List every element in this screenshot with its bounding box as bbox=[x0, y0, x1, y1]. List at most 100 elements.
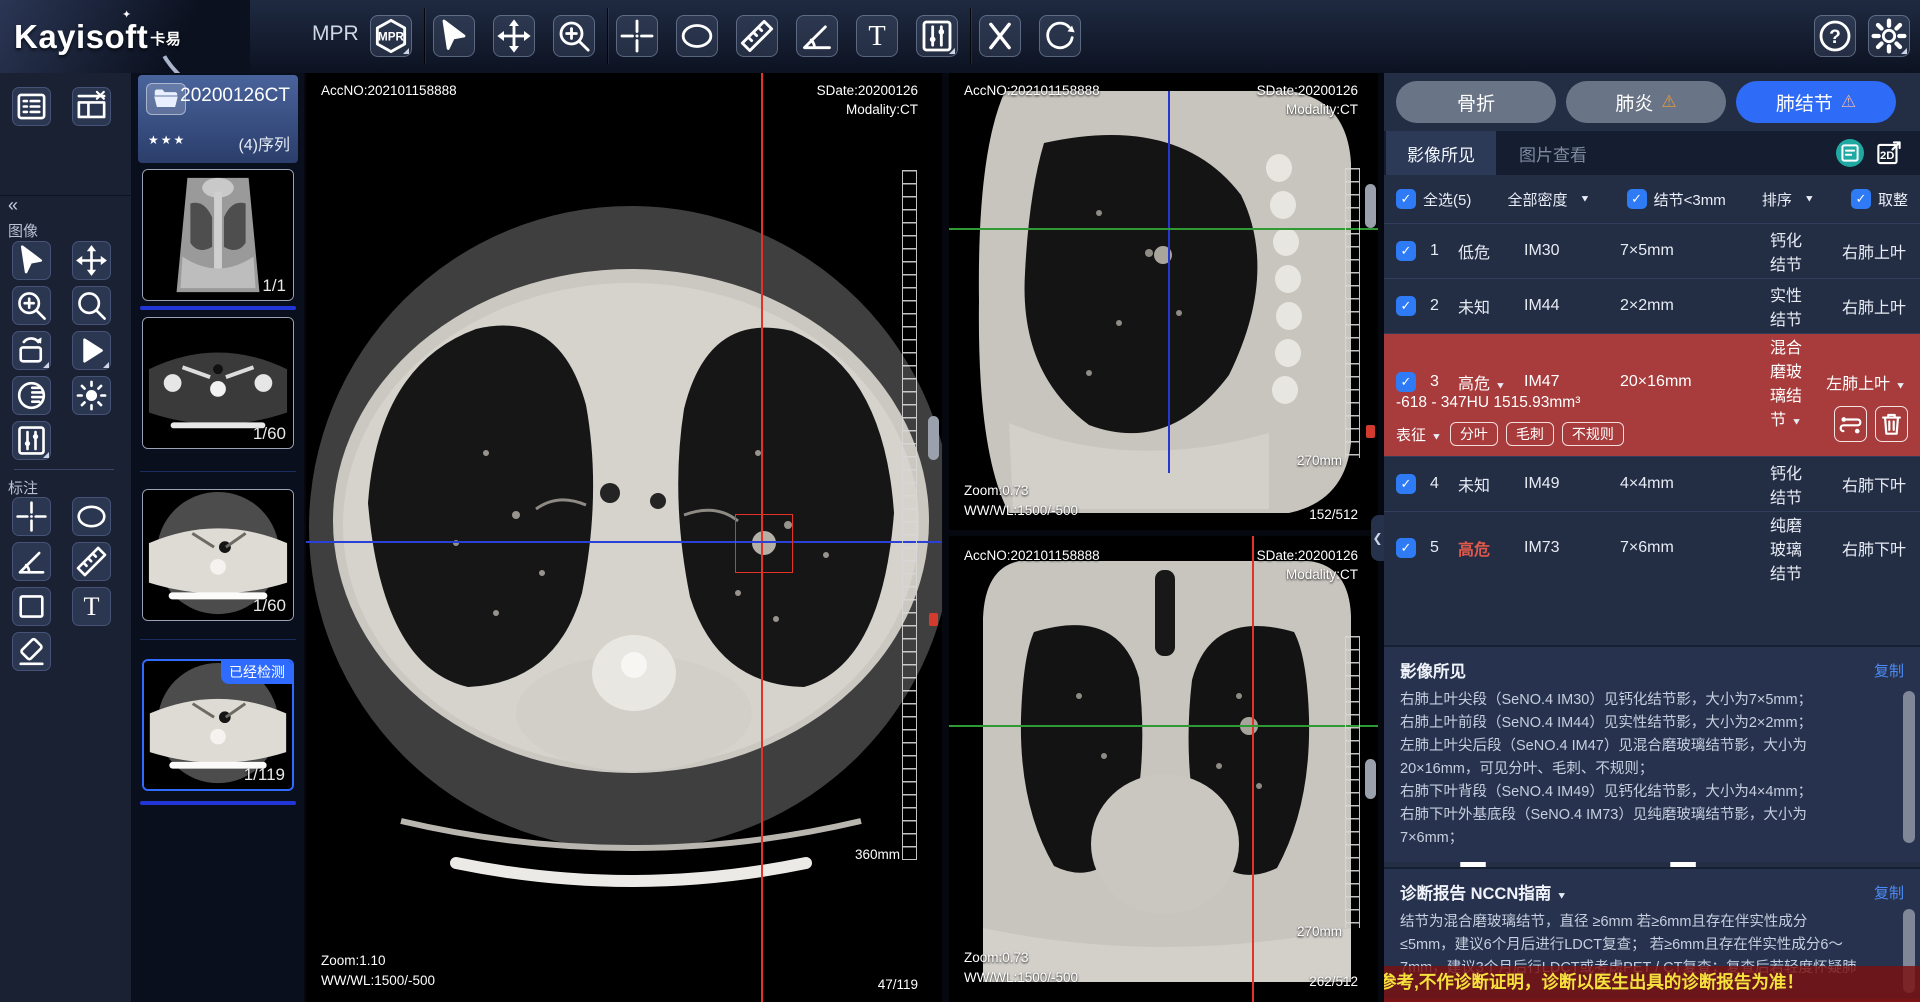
thumbnail-ct-mediastinal[interactable]: 1/60 bbox=[142, 317, 294, 449]
ruler-tool-button[interactable] bbox=[736, 15, 778, 57]
collapse-panel-handle[interactable]: ❮ bbox=[1371, 515, 1384, 561]
sagittal-viewport[interactable]: AccNO:202101158888 SDate:20200126 Modali… bbox=[949, 73, 1378, 530]
ellipse-annotate-button[interactable] bbox=[72, 497, 111, 536]
guideline-dropdown[interactable]: NCCN指南 bbox=[1471, 885, 1552, 903]
cine-play-button[interactable] bbox=[72, 331, 111, 370]
contrast-icon bbox=[13, 377, 50, 414]
slice-counter: 47/119 bbox=[878, 975, 918, 994]
window-level-button[interactable] bbox=[12, 421, 51, 460]
checkbox[interactable] bbox=[1396, 296, 1416, 316]
rectangle-annotate-button[interactable] bbox=[12, 587, 51, 626]
thumbnail-scout[interactable]: 1/1 bbox=[142, 169, 294, 301]
ellipse-tool-button[interactable] bbox=[676, 15, 718, 57]
tab-imaging-findings[interactable]: 影像所见 bbox=[1386, 131, 1496, 175]
coronal-viewport[interactable]: AccNO:202101158888 SDate:20200126 Modali… bbox=[949, 536, 1378, 1002]
select-all-filter[interactable]: 全选(5) bbox=[1396, 189, 1471, 210]
reset-rotate-button[interactable] bbox=[1039, 15, 1081, 57]
nodule-type-dropdown[interactable]: 混合磨玻璃结节 bbox=[1766, 334, 1806, 430]
zoom-tool-button[interactable] bbox=[553, 15, 595, 57]
copy-findings-link[interactable]: 复制 bbox=[1874, 660, 1904, 681]
nodule-row-1[interactable]: 1 低危 IM30 7×5mm 钙化结节 右肺上叶 bbox=[1384, 223, 1920, 278]
checkbox[interactable] bbox=[1396, 372, 1416, 392]
axial-viewport[interactable]: AccNO:202101158888 SDate:20200126 Modali… bbox=[306, 73, 942, 1002]
nodule-location-dropdown[interactable]: 左肺上叶 bbox=[1806, 370, 1906, 394]
slice-counter: 262/512 bbox=[1309, 972, 1358, 991]
nodule-position-marker[interactable] bbox=[929, 613, 938, 626]
filter-label: 结节<3mm bbox=[1654, 189, 1726, 210]
feature-label-dropdown[interactable]: 表征 bbox=[1396, 424, 1442, 445]
slice-scrollbar-thumb[interactable] bbox=[1365, 184, 1376, 228]
nodule-position-marker[interactable] bbox=[1366, 425, 1375, 438]
text-annotate-button[interactable]: T bbox=[72, 587, 111, 626]
ruler-annotate-button[interactable] bbox=[72, 542, 111, 581]
crosshair-horizontal-green[interactable] bbox=[949, 228, 1378, 230]
crosshair-vertical-red[interactable] bbox=[1252, 536, 1254, 1002]
crosshair-annotate-button[interactable] bbox=[12, 497, 51, 536]
thumbnail-ct-lung-detected[interactable]: 已经检测 1/119 bbox=[142, 659, 294, 791]
checkbox[interactable] bbox=[1851, 189, 1871, 209]
mpr-layout-button[interactable]: MPR bbox=[370, 15, 412, 57]
nodule-location: 左肺上叶 bbox=[1826, 376, 1890, 393]
nodule-row-4[interactable]: 4 未知 IM49 4×4mm 钙化结节 右肺下叶 bbox=[1384, 456, 1920, 511]
findings-scrollbar-thumb[interactable] bbox=[1903, 691, 1915, 843]
settings-button[interactable] bbox=[1868, 15, 1910, 57]
report-bubble-button[interactable] bbox=[1836, 139, 1864, 167]
delete-nodule-button[interactable] bbox=[1875, 406, 1908, 442]
tab-fracture[interactable]: 骨折 bbox=[1396, 81, 1556, 123]
brightness-button[interactable] bbox=[72, 376, 111, 415]
zoom-in-button[interactable] bbox=[12, 286, 51, 325]
tab-pneumonia[interactable]: 肺炎⚠ bbox=[1566, 81, 1726, 123]
feature-tag[interactable]: 不规则 bbox=[1562, 422, 1624, 446]
copy-report-link[interactable]: 复制 bbox=[1874, 882, 1904, 903]
pointer-tool-button[interactable] bbox=[433, 15, 475, 57]
collapse-panel-button[interactable]: « bbox=[8, 195, 18, 216]
window-level-button[interactable] bbox=[916, 15, 958, 57]
round-filter[interactable]: 取整 bbox=[1851, 189, 1908, 210]
crosshair-horizontal-green[interactable] bbox=[949, 725, 1378, 727]
crosshair-tool-button[interactable] bbox=[616, 15, 658, 57]
angle-tool-button[interactable] bbox=[796, 15, 838, 57]
checkbox[interactable] bbox=[1396, 474, 1416, 494]
feature-tag[interactable]: 毛刺 bbox=[1506, 422, 1554, 446]
crosshair-vertical-blue[interactable] bbox=[1168, 91, 1170, 473]
layout-close-button[interactable] bbox=[72, 87, 111, 126]
density-filter-dropdown[interactable]: 全部密度 bbox=[1508, 189, 1591, 210]
checkbox[interactable] bbox=[1396, 241, 1416, 261]
slice-scrollbar-thumb[interactable] bbox=[928, 416, 939, 460]
series-list-button[interactable] bbox=[12, 87, 51, 126]
nodule-row-3-expanded[interactable]: 3 高危 IM47 20×16mm 混合磨玻璃结节 左肺上叶 -618 - 34… bbox=[1384, 333, 1920, 456]
feature-tag[interactable]: 分叶 bbox=[1450, 422, 1498, 446]
invert-contrast-button[interactable] bbox=[12, 376, 51, 415]
nodule-row-2[interactable]: 2 未知 IM44 2×2mm 实性结节 右肺上叶 bbox=[1384, 278, 1920, 333]
pan-tool-button[interactable] bbox=[72, 241, 111, 280]
slice-scrollbar-thumb[interactable] bbox=[1365, 759, 1376, 799]
checkbox[interactable] bbox=[1396, 538, 1416, 558]
help-button[interactable]: ? bbox=[1814, 15, 1856, 57]
nodule-risk-dropdown[interactable]: 高危 bbox=[1458, 370, 1524, 394]
nodule-row-5[interactable]: 5 高危 IM73 7×6mm 纯磨玻璃结节 右肺下叶 bbox=[1384, 511, 1920, 566]
magnify-button[interactable] bbox=[72, 286, 111, 325]
2d-view-button[interactable]: 2D bbox=[1874, 138, 1904, 168]
sort-dropdown[interactable]: 排序 bbox=[1762, 189, 1815, 210]
thumbnail-ct-lung[interactable]: 1/60 bbox=[142, 489, 294, 621]
scale-label: 360mm bbox=[855, 845, 900, 864]
checkbox[interactable] bbox=[1627, 189, 1647, 209]
pan-tool-button[interactable] bbox=[493, 15, 535, 57]
crosshair-horizontal-blue[interactable] bbox=[306, 541, 942, 543]
eraser-button[interactable] bbox=[12, 632, 51, 671]
nodule-roi-box[interactable] bbox=[735, 514, 793, 573]
text-tool-button[interactable]: T bbox=[856, 15, 898, 57]
delete-annotation-button[interactable] bbox=[979, 15, 1021, 57]
nodule-risk: 低危 bbox=[1458, 239, 1524, 263]
rotate-flip-button[interactable] bbox=[12, 331, 51, 370]
scale-ruler bbox=[902, 170, 917, 860]
small-nodule-filter[interactable]: 结节<3mm bbox=[1627, 189, 1726, 210]
tab-image-view[interactable]: 图片查看 bbox=[1498, 131, 1608, 175]
checkbox[interactable] bbox=[1396, 189, 1416, 209]
pointer-tool-button[interactable] bbox=[12, 241, 51, 280]
tab-lung-nodule[interactable]: 肺结节⚠ bbox=[1736, 81, 1896, 123]
series-header[interactable]: 20200126CT ★★★ (4)序列 bbox=[138, 75, 298, 163]
follow-up-button[interactable] bbox=[1834, 406, 1867, 442]
nodule-row-3-header[interactable]: 3 高危 IM47 20×16mm 混合磨玻璃结节 左肺上叶 bbox=[1384, 334, 1920, 392]
angle-annotate-button[interactable] bbox=[12, 542, 51, 581]
